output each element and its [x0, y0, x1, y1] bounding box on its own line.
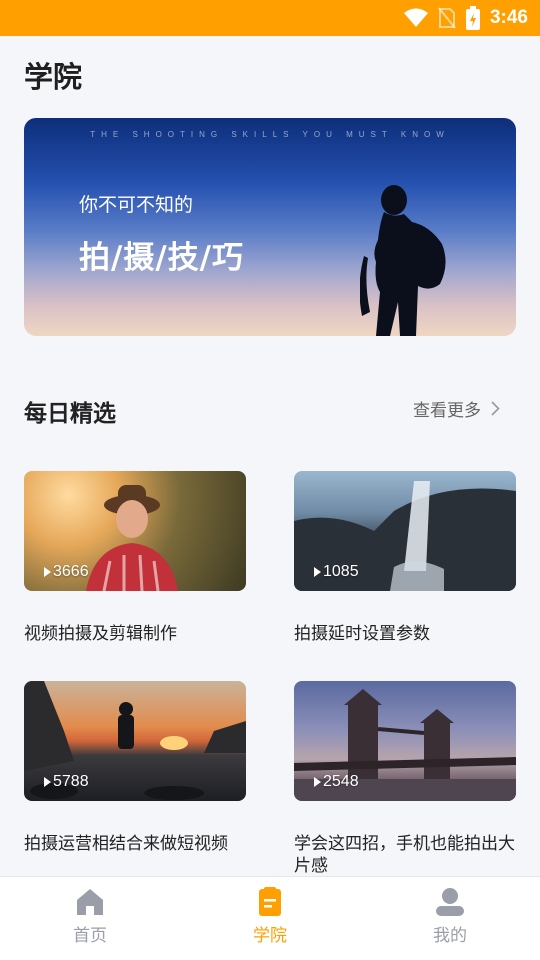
tab-label: 首页: [73, 926, 107, 946]
video-card[interactable]: 1085 拍摄延时设置参数: [294, 471, 516, 645]
banner-english-text: THE SHOOTING SKILLS YOU MUST KNOW: [90, 130, 450, 139]
hiker-silhouette: [360, 185, 446, 336]
play-count-value: 3666: [53, 563, 89, 580]
view-more-label: 查看更多: [413, 401, 481, 421]
page-title: 学院: [24, 60, 83, 94]
tab-academy[interactable]: 学院: [180, 877, 360, 960]
home-icon: [77, 889, 103, 915]
status-time: 3:46: [489, 7, 528, 28]
wifi-icon: [403, 8, 428, 27]
no-sim-icon: [438, 7, 456, 29]
play-count: 3666: [44, 563, 89, 581]
play-icon: [314, 777, 321, 787]
video-thumbnail[interactable]: 5788: [24, 681, 246, 801]
video-thumbnail[interactable]: 2548: [294, 681, 516, 801]
video-card[interactable]: 3666 视频拍摄及剪辑制作: [24, 471, 246, 645]
video-title[interactable]: 拍摄运营相结合来做短视频: [24, 833, 246, 855]
bottom-tab-bar: 首页 学院 我的: [0, 876, 540, 960]
tab-label: 我的: [433, 926, 467, 946]
video-thumbnail[interactable]: 3666: [24, 471, 246, 591]
banner-title: 拍/摄/技/巧: [79, 240, 244, 276]
video-title[interactable]: 拍摄延时设置参数: [294, 623, 516, 645]
play-count: 2548: [314, 773, 359, 791]
video-card[interactable]: 2548 学会这四招，手机也能拍出大片感: [294, 681, 516, 877]
section-title: 每日精选: [24, 401, 116, 427]
profile-icon: [436, 888, 464, 916]
video-title[interactable]: 学会这四招，手机也能拍出大片感: [294, 833, 516, 877]
play-icon: [44, 777, 51, 787]
view-more-link[interactable]: 查看更多: [413, 396, 500, 421]
status-bar: 3:46: [0, 0, 540, 36]
status-icons: 3:46: [403, 0, 528, 36]
tab-home[interactable]: 首页: [0, 877, 180, 960]
tab-label: 学院: [253, 926, 287, 946]
play-icon: [44, 567, 51, 577]
video-thumbnail[interactable]: 1085: [294, 471, 516, 591]
video-title[interactable]: 视频拍摄及剪辑制作: [24, 623, 246, 645]
play-count-value: 1085: [323, 563, 359, 580]
play-count-value: 5788: [53, 773, 89, 790]
clipboard-icon: [259, 887, 281, 916]
play-count: 5788: [44, 773, 89, 791]
play-count: 1085: [314, 563, 359, 581]
play-count-value: 2548: [323, 773, 359, 790]
banner[interactable]: THE SHOOTING SKILLS YOU MUST KNOW 你不可不知的…: [24, 118, 516, 336]
play-icon: [314, 567, 321, 577]
battery-charging-icon: [465, 6, 480, 30]
banner-subtitle: 你不可不知的: [79, 194, 194, 216]
video-card[interactable]: 5788 拍摄运营相结合来做短视频: [24, 681, 246, 855]
tab-profile[interactable]: 我的: [360, 877, 540, 960]
chevron-right-icon: [491, 401, 500, 416]
